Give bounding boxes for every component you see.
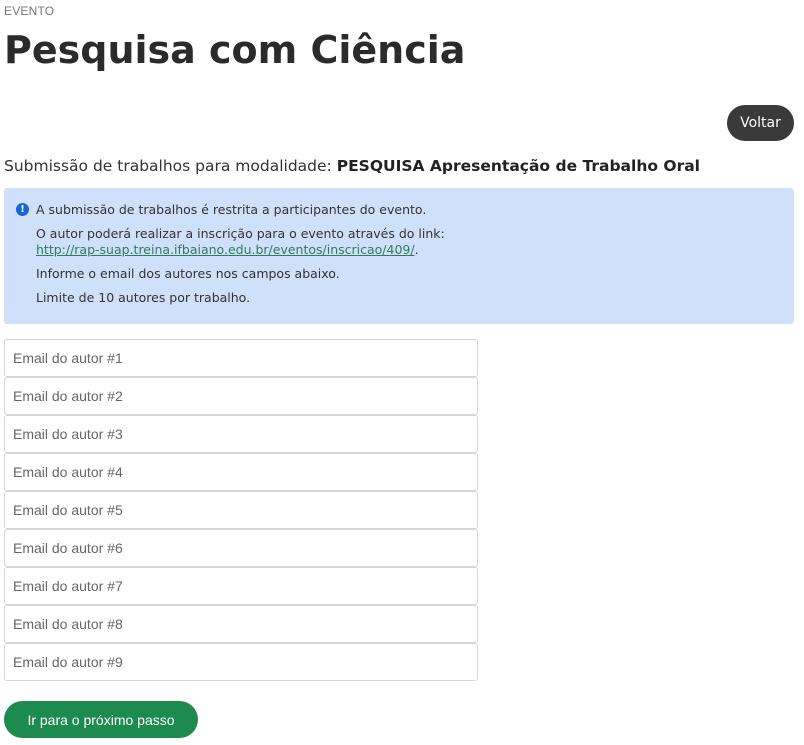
author-email-field-2[interactable] xyxy=(4,377,478,415)
author-email-field-9[interactable] xyxy=(4,643,478,681)
submission-heading: Submissão de trabalhos para modalidade: … xyxy=(4,157,700,175)
back-button[interactable]: Voltar xyxy=(727,105,794,141)
author-email-field-4[interactable] xyxy=(4,453,478,491)
info-line-limit: Limite de 10 autores por trabalho. xyxy=(36,290,251,305)
info-line-emails: Informe o email dos autores nos campos a… xyxy=(36,266,340,281)
author-email-field-6[interactable] xyxy=(4,529,478,567)
submission-prefix: Submissão de trabalhos para modalidade: xyxy=(4,157,337,175)
page-title: Pesquisa com Ciência xyxy=(4,28,466,72)
author-email-field-7[interactable] xyxy=(4,567,478,605)
info-alert: ! A submissão de trabalhos é restrita a … xyxy=(4,188,794,324)
info-line-restricted: A submissão de trabalhos é restrita a pa… xyxy=(36,202,427,217)
author-email-field-5[interactable] xyxy=(4,491,478,529)
next-step-button[interactable]: Ir para o próximo passo xyxy=(4,701,198,738)
info-link-suffix: . xyxy=(414,242,419,257)
registration-link[interactable]: http://rap-suap.treina.ifbaiano.edu.br/e… xyxy=(36,242,415,257)
info-link-prefix: O autor poderá realizar a inscrição para… xyxy=(36,226,445,241)
submission-modality: PESQUISA Apresentação de Trabalho Oral xyxy=(336,157,700,175)
author-email-field-1[interactable] xyxy=(4,339,478,377)
author-email-field-8[interactable] xyxy=(4,605,478,643)
author-email-field-3[interactable] xyxy=(4,415,478,453)
info-circle-icon: ! xyxy=(16,203,29,216)
page-eyebrow: EVENTO xyxy=(4,4,55,18)
author-email-fields xyxy=(4,339,478,681)
info-line-link: O autor poderá realizar a inscrição para… xyxy=(36,226,506,258)
